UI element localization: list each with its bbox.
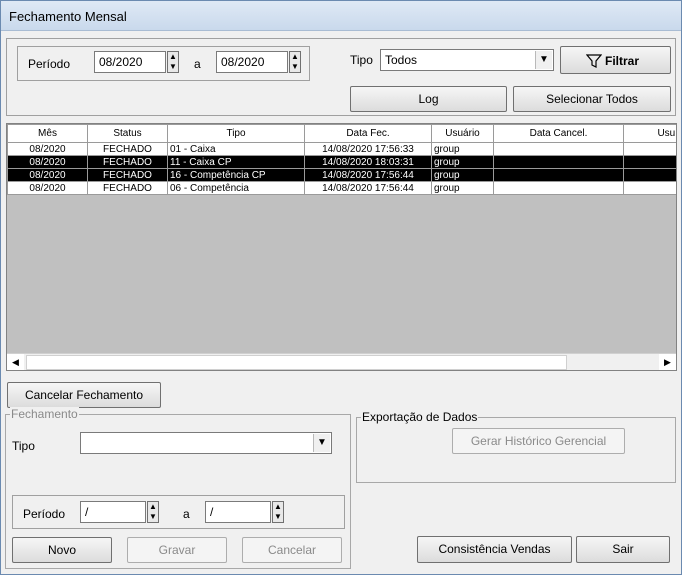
cell-mes: 08/2020 — [7, 142, 88, 156]
cell-status: FECHADO — [87, 168, 168, 182]
scrollbar-thumb[interactable] — [26, 355, 567, 370]
log-button[interactable]: Log — [350, 86, 507, 112]
novo-button[interactable]: Novo — [12, 537, 112, 563]
column-header-usu-cancel[interactable]: Usu. Ca — [623, 124, 676, 143]
fechamento-legend: Fechamento — [10, 407, 79, 421]
table-row[interactable]: 08/2020 FECHADO 01 - Caixa 14/08/2020 17… — [7, 142, 676, 156]
window-title: Fechamento Mensal — [9, 9, 127, 24]
tipo-filter-label: Tipo — [350, 53, 373, 67]
column-header-data-fec[interactable]: Data Fec. — [304, 124, 432, 143]
cell-mes: 08/2020 — [7, 168, 88, 182]
cell-mes: 08/2020 — [7, 181, 88, 195]
filter-panel: Período 08/2020 a 08/2020 Tipo Todos ▼ F… — [6, 38, 676, 116]
cell-data-cancel — [493, 168, 624, 182]
periodo-start-spinner[interactable] — [167, 51, 179, 73]
table-row[interactable]: 08/2020 FECHADO 11 - Caixa CP 14/08/2020… — [7, 155, 676, 169]
column-header-mes[interactable]: Mês — [7, 124, 88, 143]
cell-tipo: 16 - Competência CP — [167, 168, 305, 182]
selecionar-todos-label: Selecionar Todos — [546, 92, 638, 106]
consistencia-vendas-label: Consistência Vendas — [438, 542, 551, 556]
horizontal-scrollbar[interactable]: ◀ ▶ — [7, 353, 676, 370]
closing-grid[interactable]: Mês Status Tipo Data Fec. Usuário Data C… — [6, 123, 677, 371]
fechamento-tipo-label: Tipo — [12, 439, 35, 453]
sair-label: Sair — [612, 542, 634, 556]
cancelar-button[interactable]: Cancelar — [242, 537, 342, 563]
cell-data-fec: 14/08/2020 18:03:31 — [304, 155, 432, 169]
selecionar-todos-button[interactable]: Selecionar Todos — [513, 86, 671, 112]
column-header-tipo[interactable]: Tipo — [167, 124, 305, 143]
cell-data-cancel — [493, 142, 624, 156]
scroll-right-icon[interactable]: ▶ — [659, 354, 676, 370]
table-row[interactable]: 08/2020 FECHADO 16 - Competência CP 14/0… — [7, 168, 676, 182]
sair-button[interactable]: Sair — [576, 536, 670, 563]
closing-table: Mês Status Tipo Data Fec. Usuário Data C… — [7, 124, 676, 195]
table-row[interactable]: 08/2020 FECHADO 06 - Competência 14/08/2… — [7, 181, 676, 195]
gerar-historico-label: Gerar Histórico Gerencial — [470, 434, 607, 448]
grid-body: 08/2020 FECHADO 01 - Caixa 14/08/2020 17… — [7, 142, 676, 195]
periodo-end-spinner[interactable] — [289, 51, 301, 73]
cell-data-fec: 14/08/2020 17:56:44 — [304, 168, 432, 182]
fechamento-tipo-select[interactable]: ▼ — [80, 432, 332, 454]
cell-usuario: group — [431, 142, 494, 156]
filter-icon — [586, 54, 602, 68]
cell-usuario: group — [431, 168, 494, 182]
log-label: Log — [418, 92, 439, 106]
novo-label: Novo — [47, 543, 76, 557]
cancelar-fechamento-button[interactable]: Cancelar Fechamento — [7, 382, 161, 408]
filtrar-button[interactable]: Filtrar — [560, 46, 671, 74]
gravar-label: Gravar — [158, 543, 196, 557]
cell-usu-cancel — [623, 181, 676, 195]
filtrar-label: Filtrar — [605, 54, 640, 68]
chevron-down-icon[interactable]: ▼ — [535, 51, 552, 69]
gravar-button[interactable]: Gravar — [127, 537, 227, 563]
consistencia-vendas-button[interactable]: Consistência Vendas — [417, 536, 572, 563]
exportacao-group: Exportação de Dados Gerar Histórico Gere… — [356, 410, 676, 483]
chevron-down-icon[interactable]: ▼ — [313, 434, 330, 452]
periodo-end-input[interactable]: 08/2020 — [216, 51, 288, 73]
cancelar-label: Cancelar — [267, 543, 317, 557]
fechamento-group: Fechamento Tipo ▼ Período / a / Novo Gra… — [5, 407, 351, 569]
cell-data-cancel — [493, 181, 624, 195]
period-filter-group: Período 08/2020 a 08/2020 — [17, 46, 310, 81]
cell-tipo: 06 - Competência — [167, 181, 305, 195]
fechamento-a-label: a — [183, 507, 190, 521]
cell-data-cancel — [493, 155, 624, 169]
exportacao-legend: Exportação de Dados — [361, 410, 479, 424]
cell-status: FECHADO — [87, 155, 168, 169]
cell-usuario: group — [431, 155, 494, 169]
cell-status: FECHADO — [87, 142, 168, 156]
cell-mes: 08/2020 — [7, 155, 88, 169]
cell-usu-cancel — [623, 168, 676, 182]
periodo-start-input[interactable]: 08/2020 — [94, 51, 166, 73]
periodo-a-label: a — [194, 57, 201, 71]
tipo-filter-value: Todos — [385, 53, 418, 67]
cell-tipo: 01 - Caixa — [167, 142, 305, 156]
fechamento-periodo-end-spinner[interactable] — [272, 501, 284, 523]
cell-status: FECHADO — [87, 181, 168, 195]
fechamento-periodo-start-spinner[interactable] — [147, 501, 159, 523]
cell-data-fec: 14/08/2020 17:56:33 — [304, 142, 432, 156]
cancelar-fechamento-label: Cancelar Fechamento — [24, 388, 144, 402]
column-header-status[interactable]: Status — [87, 124, 168, 143]
main-window: Fechamento Mensal Período 08/2020 a 08/2… — [0, 0, 682, 575]
cell-usuario: group — [431, 181, 494, 195]
scroll-left-icon[interactable]: ◀ — [7, 354, 24, 370]
fechamento-periodo-start-input[interactable]: / — [80, 501, 146, 523]
fechamento-periodo-end-input[interactable]: / — [205, 501, 271, 523]
cell-tipo: 11 - Caixa CP — [167, 155, 305, 169]
cell-usu-cancel — [623, 155, 676, 169]
gerar-historico-button[interactable]: Gerar Histórico Gerencial — [452, 428, 625, 454]
fechamento-period-group: Período / a / — [12, 495, 345, 529]
periodo-label: Período — [28, 57, 71, 71]
fechamento-periodo-label: Período — [23, 507, 66, 521]
title-bar: Fechamento Mensal — [1, 1, 681, 31]
column-header-usuario[interactable]: Usuário — [431, 124, 494, 143]
tipo-filter-select[interactable]: Todos ▼ — [380, 49, 554, 71]
column-header-data-cancel[interactable]: Data Cancel. — [493, 124, 624, 143]
cell-usu-cancel — [623, 142, 676, 156]
cell-data-fec: 14/08/2020 17:56:44 — [304, 181, 432, 195]
